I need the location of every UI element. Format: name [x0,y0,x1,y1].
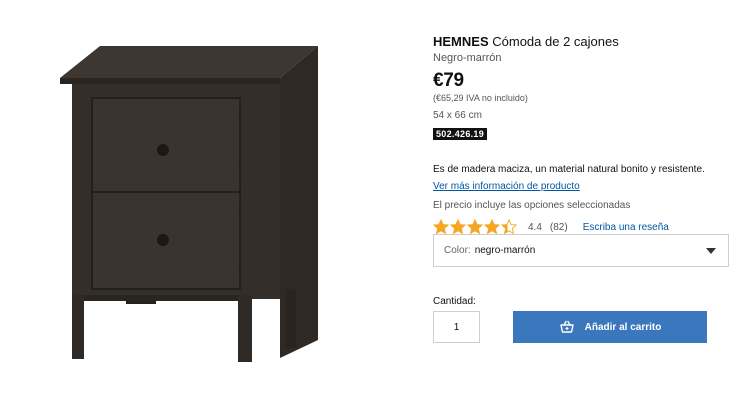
product-dimensions: 54 x 66 cm [433,110,482,121]
star-icon [433,219,449,235]
quantity-label: Cantidad: [433,296,476,307]
quantity-input[interactable] [433,311,480,343]
rating-stars[interactable] [433,219,518,235]
color-selector[interactable]: Color: negro-marrón [433,234,729,267]
star-icon [450,219,466,235]
price-note: (€65,29 IVA no incluido) [433,93,528,103]
product-color-name: Negro-marrón [433,52,502,64]
rating-count[interactable]: (82) [550,222,568,233]
color-selector-value: negro-marrón [474,245,536,256]
product-image [60,46,318,362]
star-icon [484,219,500,235]
add-to-cart-label: Añadir al carrito [584,321,662,333]
star-icon [501,219,517,235]
rating-value: 4.4 [528,221,542,233]
product-price: €79 [433,70,464,91]
product-title: HEMNES Cómoda de 2 cajones [433,34,733,50]
price-options-note: El precio incluye las opciones seleccion… [433,200,631,211]
article-number: 502.426.19 [433,128,488,140]
chevron-down-icon [706,248,716,254]
product-name: HEMNES [433,34,489,49]
drawer-knob [157,234,169,246]
drawer-knob [157,144,169,156]
star-icon [467,219,483,235]
color-selector-label: Color: [444,245,471,256]
write-review-link[interactable]: Escriba una reseña [583,222,669,233]
cart-icon [559,320,574,333]
product-description: Es de madera maciza, un material natural… [433,164,705,175]
product-type: Cómoda de 2 cajones [492,34,619,49]
more-info-link[interactable]: Ver más información de producto [433,180,580,193]
product-info: HEMNES Cómoda de 2 cajones Negro-marrón … [433,34,733,236]
add-to-cart-button[interactable]: Añadir al carrito [513,311,707,343]
